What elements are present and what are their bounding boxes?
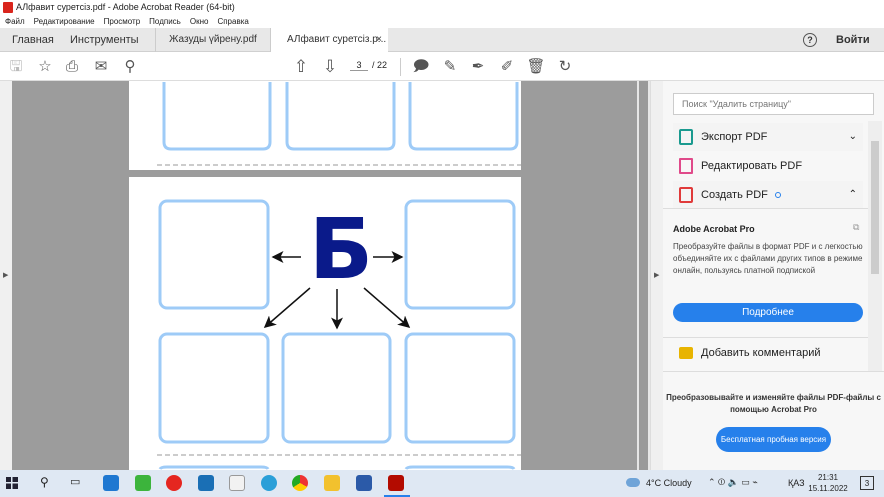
- taskbar: ⚲ ▭ 4°C Cloudy ⌃ ⏼ 🔈 ▭ ⌁ ҚАЗ 21:31 15.11.…: [0, 470, 884, 497]
- highlight-pen-icon[interactable]: ✎: [440, 57, 460, 77]
- app-icon[interactable]: [198, 475, 214, 491]
- menu-view[interactable]: Просмотр: [104, 17, 141, 26]
- page-total: / 22: [372, 60, 387, 70]
- notifications-icon[interactable]: 3: [860, 476, 874, 490]
- new-badge-icon: [775, 192, 781, 198]
- next-page-icon[interactable]: ⇩: [320, 57, 340, 77]
- task-view-icon[interactable]: ▭: [70, 476, 80, 489]
- edit-pdf-icon[interactable]: ✐: [497, 57, 517, 77]
- tool-create-pdf[interactable]: Создать PDF ⌃: [673, 181, 863, 209]
- free-trial-button[interactable]: Бесплатная пробная версия: [716, 427, 831, 452]
- tab-tools[interactable]: Инструменты: [70, 28, 139, 52]
- tab-bar: Главная Инструменты Жазуды үйрену.pdf АЛ…: [0, 28, 884, 53]
- divider: [663, 371, 884, 372]
- create-pdf-icon: [679, 187, 693, 203]
- pdf-pages: Б: [129, 81, 521, 470]
- input-language[interactable]: ҚАЗ: [788, 478, 805, 489]
- panel-scrollbar[interactable]: [868, 121, 882, 371]
- letter: Б: [309, 200, 373, 298]
- page-total-value: 22: [377, 60, 388, 70]
- green-app-icon[interactable]: [135, 475, 151, 491]
- save-icon[interactable]: 🖫: [6, 57, 26, 77]
- menu-bar: Файл Редактирование Просмотр Подпись Окно Спр…: [0, 15, 884, 28]
- weather-icon: [626, 478, 640, 487]
- document-viewer[interactable]: ▶ Б ▶: [0, 81, 663, 470]
- chrome-icon[interactable]: [292, 475, 308, 491]
- prev-page-icon[interactable]: ⇧: [291, 57, 311, 77]
- toolbar: 🖫 ☆ ⎙ ✉ ⚲ ⇧ ⇩ 3 / 22 🗩 ✎ ✒ ✐ 🗑 ↻: [0, 52, 884, 81]
- panel-scrollbar-thumb[interactable]: [871, 141, 879, 274]
- copy-icon[interactable]: ⧉: [853, 222, 859, 233]
- tool-add-comment[interactable]: Добавить комментарий: [673, 339, 863, 367]
- collapse-right-icon: ▶: [654, 272, 660, 279]
- divider: [663, 208, 868, 209]
- tab-doc-2-label: АЛфавит суретсіз.p...: [287, 34, 387, 45]
- store-icon[interactable]: [229, 475, 245, 491]
- mail-app-icon[interactable]: [103, 475, 119, 491]
- date: 15.11.2022: [808, 484, 848, 493]
- chevron-up-icon[interactable]: ⌃: [849, 181, 857, 209]
- windows-start-icon[interactable]: [6, 477, 18, 489]
- scrollbar-thumb[interactable]: [639, 81, 648, 470]
- export-pdf-icon: [679, 129, 693, 145]
- comment-tool-icon: [679, 347, 693, 359]
- footer-promo-text: Преобразовывайте и изменяйте файлы PDF-ф…: [666, 393, 881, 414]
- tool-search-input[interactable]: [673, 93, 874, 115]
- tool-label: Экспорт PDF: [701, 131, 768, 143]
- tool-label: Создать PDF: [701, 189, 768, 201]
- tool-label: Редактировать PDF: [701, 160, 803, 172]
- acrobat-taskbar-icon[interactable]: [388, 475, 404, 491]
- zoom-out-icon[interactable]: ⚲: [120, 57, 140, 77]
- rotate-icon[interactable]: ↻: [555, 57, 575, 77]
- page-number-input[interactable]: 3: [350, 60, 368, 71]
- word-icon[interactable]: [356, 475, 372, 491]
- right-panel-toggle[interactable]: ▶: [650, 81, 663, 470]
- tray-icons[interactable]: ⌃ ⏼ 🔈 ▭ ⌁: [708, 477, 758, 488]
- tab-doc-1[interactable]: Жазуды үйрену.pdf: [155, 28, 271, 52]
- file-explorer-icon[interactable]: [324, 475, 340, 491]
- search-icon[interactable]: ⚲: [40, 475, 49, 489]
- telegram-icon[interactable]: [261, 475, 277, 491]
- tool-edit-pdf[interactable]: Редактировать PDF: [673, 152, 863, 180]
- divider: [400, 58, 401, 76]
- menu-help[interactable]: Справка: [217, 17, 248, 26]
- print-icon[interactable]: ⎙: [62, 57, 82, 77]
- page-2: [129, 81, 521, 170]
- bookmark-star-icon[interactable]: ☆: [35, 57, 55, 77]
- acrobat-logo-icon: [3, 2, 13, 13]
- help-icon[interactable]: ?: [803, 33, 817, 47]
- menu-sign[interactable]: Подпись: [149, 17, 181, 26]
- weather-text[interactable]: 4°C Cloudy: [646, 478, 692, 489]
- chevron-down-icon[interactable]: ⌄: [849, 123, 857, 151]
- window-title: АЛфавит суретсіз.pdf - Adobe Acrobat Rea…: [16, 2, 235, 12]
- tools-pane: Экспорт PDF ⌄ Редактировать PDF Создать P…: [663, 81, 884, 470]
- tab-home[interactable]: Главная: [12, 28, 54, 52]
- tab-doc-2[interactable]: АЛфавит суретсіз.p... ×: [271, 28, 388, 53]
- learn-more-button[interactable]: Подробнее: [673, 303, 863, 322]
- menu-window[interactable]: Окно: [190, 17, 209, 26]
- edit-pdf-icon: [679, 158, 693, 174]
- comment-icon[interactable]: 🗩: [411, 57, 431, 77]
- promo-text: Преобразуйте файлы в формат PDF и с легк…: [673, 242, 863, 275]
- document-scrollbar[interactable]: [637, 81, 650, 470]
- clock[interactable]: 21:31 15.11.2022: [808, 472, 848, 494]
- title-bar: АЛфавит суретсіз.pdf - Adobe Acrobat Rea…: [0, 0, 884, 15]
- email-icon[interactable]: ✉: [91, 57, 111, 77]
- signin-button[interactable]: Войти: [836, 28, 870, 52]
- page-sep: /: [372, 60, 375, 70]
- menu-edit[interactable]: Редактирование: [34, 17, 95, 26]
- yandex-icon[interactable]: [166, 475, 182, 491]
- divider: [663, 337, 868, 338]
- delete-icon[interactable]: 🗑: [526, 57, 546, 77]
- sign-icon[interactable]: ✒: [468, 57, 488, 77]
- promo-title: Adobe Acrobat Pro: [673, 224, 755, 234]
- close-tab-icon[interactable]: ×: [376, 28, 382, 52]
- time: 21:31: [817, 473, 839, 482]
- menu-file[interactable]: Файл: [5, 17, 25, 26]
- tool-export-pdf[interactable]: Экспорт PDF ⌄: [673, 123, 863, 151]
- tool-label: Добавить комментарий: [701, 347, 821, 359]
